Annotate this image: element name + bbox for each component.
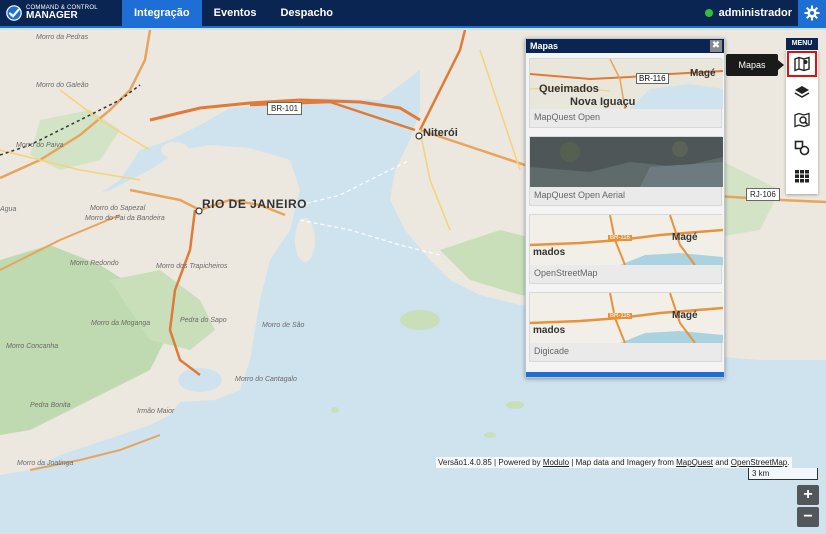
- thumb-road: BR-116: [636, 73, 669, 84]
- map-label: Irmão Maior: [137, 408, 175, 415]
- layer-option-digicade[interactable]: BR-116 mados Magé Digicade: [529, 292, 723, 362]
- tooltip-arrow: [778, 60, 784, 70]
- road-shield-rj106: RJ-106: [746, 188, 780, 201]
- map-label: Pedra Bonita: [30, 402, 71, 409]
- maps-panel: Mapas ✖ BR-116 Queimados Nova Iguaçu Mag…: [525, 38, 725, 378]
- layer-option-mapquest-aerial[interactable]: MapQuest Open Aerial: [529, 136, 723, 206]
- layer-thumbnail-image: [530, 137, 723, 187]
- thumb-city: Magé: [690, 68, 716, 79]
- side-menu: [786, 50, 818, 194]
- username: administrador: [718, 7, 792, 19]
- layer-name: MapQuest Open: [534, 112, 601, 122]
- grid-icon: [795, 170, 809, 183]
- logo-line2: MANAGER: [26, 10, 78, 21]
- map-label: Morro dos Trapicheiros: [156, 263, 228, 270]
- grid-button[interactable]: [786, 162, 818, 190]
- scale-bar: 3 km: [748, 468, 818, 480]
- settings-button[interactable]: [798, 0, 826, 27]
- thumb-city: Magé: [672, 232, 698, 243]
- logo-check-icon: [6, 5, 22, 21]
- attribution-version: Versão1.4.0.85 | Powered by: [438, 458, 543, 467]
- map-label: Morro do Paiva: [16, 142, 64, 149]
- zoom-control: + −: [797, 485, 819, 527]
- menu-label: MENU: [786, 38, 818, 50]
- thumb-city: Nova Iguaçu: [570, 96, 636, 108]
- map-icon: [794, 56, 810, 72]
- thumb-city: mados: [533, 325, 566, 336]
- map-label: Morro do Sapezal: [90, 205, 146, 212]
- user-area[interactable]: administrador: [704, 7, 798, 19]
- layer-thumbnail: BR-116 Queimados Nova Iguaçu Magé: [530, 59, 723, 109]
- shapes-icon: [794, 140, 810, 156]
- attribution-text: | Map data and Imagery from: [569, 458, 677, 467]
- map-label: Morro da Pedras: [36, 34, 89, 41]
- layer-name: Digicade: [534, 346, 570, 356]
- city-label-niteroi: Niterói: [423, 127, 458, 139]
- map-label: Morro Concanha: [6, 343, 59, 350]
- layer-option-openstreetmap[interactable]: BR-116 mados Magé OpenStreetMap: [529, 214, 723, 284]
- map-label: Morro da Moganga: [91, 320, 151, 327]
- layer-thumbnail: [530, 137, 723, 187]
- thumb-road: BR-116: [608, 235, 632, 241]
- layer-name: MapQuest Open Aerial: [534, 190, 626, 200]
- attribution-suffix: .: [787, 458, 790, 467]
- nav-despacho[interactable]: Despacho: [268, 0, 345, 27]
- app-logo[interactable]: COMMAND & CONTROL MANAGER: [0, 0, 122, 27]
- gear-icon: [804, 5, 820, 21]
- openstreetmap-link[interactable]: OpenStreetMap: [731, 458, 787, 467]
- city-label-rio: RIO DE JANEIRO: [202, 197, 308, 211]
- layer-option-mapquest-open[interactable]: BR-116 Queimados Nova Iguaçu Magé MapQue…: [529, 58, 723, 128]
- map-label: Morro de São: [262, 322, 305, 329]
- search-map-icon: [794, 112, 810, 128]
- layer-thumbnail: BR-116 mados Magé: [530, 293, 723, 343]
- zoom-in-button[interactable]: +: [797, 485, 819, 505]
- layers-button[interactable]: [786, 78, 818, 106]
- close-icon[interactable]: ✖: [710, 40, 722, 52]
- maps-panel-title: Mapas: [526, 39, 724, 53]
- map-label: Pedra do Sapo: [180, 317, 227, 324]
- map-label: Morro Redondo: [70, 260, 119, 267]
- map-label: Morro do Pai da Bandeira: [85, 215, 165, 222]
- top-bar: COMMAND & CONTROL MANAGER Integração Eve…: [0, 0, 826, 28]
- attribution-and: and: [712, 458, 731, 467]
- nav-eventos[interactable]: Eventos: [202, 0, 269, 27]
- nav-integracao[interactable]: Integração: [122, 0, 202, 27]
- zoom-out-button[interactable]: −: [797, 507, 819, 527]
- thumb-city: mados: [533, 247, 566, 258]
- layer-thumbnail: BR-116 mados Magé: [530, 215, 723, 265]
- thumb-road: BR-116: [608, 313, 632, 319]
- modulo-link[interactable]: Modulo: [543, 458, 569, 467]
- thumb-city: Queimados: [539, 83, 599, 95]
- shapes-button[interactable]: [786, 134, 818, 162]
- map-attribution: Versão1.4.0.85 | Powered by Modulo | Map…: [436, 457, 792, 468]
- map-label: Morro da Joatinga: [17, 460, 74, 467]
- mapquest-link[interactable]: MapQuest: [676, 458, 713, 467]
- panel-bottom-bar: [526, 372, 724, 377]
- thumb-city: Magé: [672, 310, 698, 321]
- layers-icon: [794, 86, 810, 98]
- maps-button[interactable]: [786, 50, 818, 78]
- search-map-button[interactable]: [786, 106, 818, 134]
- map-label: Morro do Galeão: [36, 82, 89, 89]
- layer-name: OpenStreetMap: [534, 268, 598, 278]
- road-shield-br101: BR-101: [267, 102, 303, 115]
- online-status-icon: [704, 9, 713, 17]
- menu-tooltip: Mapas: [726, 54, 778, 76]
- map-label: Agua: [0, 206, 17, 213]
- map-label: Morro do Cantagalo: [235, 376, 297, 383]
